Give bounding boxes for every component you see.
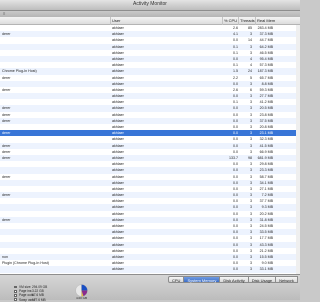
bottom-tab-bar: CPU System Memory Disk Activity Disk Usage N…	[168, 276, 298, 283]
tab-disk-activity[interactable]: Disk Activity	[220, 276, 249, 283]
tab-network[interactable]: Network	[276, 276, 298, 283]
process-rows: akhlaer 2.6 85 283.4 MB derer akhlaer 4.1 3 37.3…	[0, 25, 300, 273]
memory-total-label: 4.00 GB	[75, 296, 87, 300]
bottom-panel: CPU System Memory Disk Activity Disk Usage N…	[0, 274, 300, 302]
column-header-cpu[interactable]: % CPU	[222, 17, 238, 25]
pie-slice	[75, 284, 82, 297]
title-bar: Activity Monitor	[0, 0, 300, 11]
tab-cpu[interactable]: CPU	[168, 276, 185, 283]
column-header-threads[interactable]: Threads	[238, 17, 255, 25]
table-header: User % CPU Threads Real Mem	[0, 17, 300, 25]
column-header-user[interactable]: User	[110, 17, 222, 25]
process-table[interactable]: User % CPU Threads Real Mem akhlaer 2.6 85…	[0, 17, 300, 274]
process-name-cell	[2, 266, 107, 272]
vertical-scrollbar[interactable]	[296, 25, 300, 274]
column-header-real-mem[interactable]: Real Mem	[255, 17, 300, 25]
user-cell: akhlaer	[112, 267, 124, 272]
window-title: Activity Monitor	[133, 1, 167, 7]
threads-cell: 3	[250, 267, 252, 272]
stat-swatch	[14, 289, 17, 293]
table-row[interactable]: akhlaer 0.0 3 33.1 MB	[0, 266, 300, 273]
tab-disk-usage[interactable]: Disk Usage	[248, 276, 277, 283]
tab-system-memory[interactable]: System Memory	[184, 276, 221, 283]
stat-swatch	[14, 294, 17, 297]
pie-slice	[81, 284, 88, 291]
memory-stats: VM size: 294.09 GB Page ins: 3.22 GB Page ou…	[14, 285, 64, 302]
real-mem-cell: 33.1 MB	[259, 267, 273, 272]
stat-swatch	[14, 285, 17, 289]
cpu-cell: 0.0	[233, 267, 238, 272]
